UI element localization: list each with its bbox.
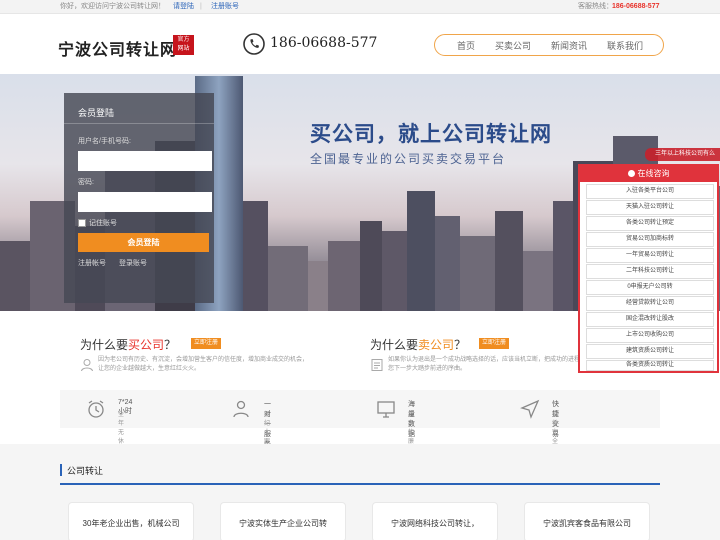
divider — [64, 123, 214, 124]
site-logo[interactable]: 宁波公司转让网 — [58, 36, 177, 60]
question-suffix: ？ — [454, 338, 467, 352]
question-prefix: 为什么要 — [370, 338, 419, 352]
consult-header-label: 在线咨询 — [637, 169, 670, 178]
why-buy-description: 因为老公司有历史、有沉淀，会增加营生客户的信任度，增加商业成交的机会，让您的企业… — [98, 357, 309, 372]
company-transfer-section: 公司转让 30年老企业出售，机械公司 宁波实体生产企业公司转 宁波网络科技公司转… — [0, 444, 720, 540]
seal-line-1: 官方 — [177, 37, 190, 43]
why-sell-description: 如果你认为退出是一个成功战略选择的话，应该当机立断，把成功的进程往往我您下一步大… — [388, 357, 599, 372]
official-seal: 官方 网站 — [173, 35, 194, 55]
question-suffix: ？ — [164, 338, 177, 352]
consult-item[interactable]: 0申报无户公司转 — [586, 280, 714, 295]
consult-item[interactable]: 贸易公司加商标转 — [586, 232, 714, 247]
consult-item[interactable]: 天猫入驻公司转让 — [586, 200, 714, 215]
hero-slogan: 买公司，就上公司转让网 — [310, 123, 552, 146]
question-prefix: 为什么要 — [80, 338, 129, 352]
document-icon — [371, 359, 383, 371]
consult-item[interactable]: 各类公司转让预定 — [586, 216, 714, 231]
consult-tag[interactable]: 三年以上科技公司有么 — [645, 148, 720, 161]
header: 宁波公司转让网 官方 网站 186-06688-577 首页 买卖公司 新闻资讯… — [0, 14, 720, 74]
online-consult-panel: 在线咨询 入驻各类平台公司 天猫入驻公司转让 各类公司转让预定 贸易公司加商标转… — [578, 164, 719, 373]
company-card[interactable]: 宁波实体生产企业公司转 — [220, 502, 346, 540]
register-account-link[interactable]: 注册帐号 — [78, 258, 106, 268]
main-nav: 首页 买卖公司 新闻资讯 联系我们 — [434, 34, 664, 56]
question-keyword: 买公司 — [128, 338, 165, 352]
company-card[interactable]: 30年老企业出售，机械公司 — [68, 502, 194, 540]
consult-header[interactable]: 在线咨询 — [580, 166, 717, 182]
alarm-clock-icon — [88, 400, 104, 418]
why-sell-question: 为什么要卖公司？ — [370, 336, 466, 353]
phone-icon — [243, 33, 265, 55]
nav-news[interactable]: 新闻资讯 — [551, 39, 587, 52]
username-label: 用户名/手机号码: — [78, 138, 131, 145]
register-link[interactable]: 注册账号 — [211, 0, 239, 14]
password-input[interactable] — [78, 192, 212, 212]
hero-subslogan: 全国最专业的公司买卖交易平台 — [310, 152, 507, 166]
why-buy-question: 为什么要买公司？ — [80, 336, 176, 353]
why-section: 为什么要买公司？ 立即注册 因为老公司有历史、有沉淀，会增加营生客户的信任度，增… — [60, 324, 660, 384]
consult-item[interactable]: 建筑资质公司转让 — [586, 344, 714, 359]
consult-item[interactable]: 上市公司收购公司 — [586, 328, 714, 343]
username-input[interactable] — [78, 151, 212, 171]
divider: | — [200, 3, 202, 10]
nav-buy-sell[interactable]: 买卖公司 — [495, 39, 531, 52]
login-panel: 会员登陆 用户名/手机号码: 密码: 记住账号 会员登陆 注册帐号 登录账号 — [64, 93, 214, 303]
top-bar: 你好，欢迎访问宁波公司转让网！ 请登陆 | 注册账号 客服热线： 186-066… — [0, 0, 720, 14]
section-divider — [60, 483, 660, 485]
remember-checkbox[interactable] — [78, 219, 86, 227]
nav-contact[interactable]: 联系我们 — [607, 39, 643, 52]
section-marker — [60, 464, 62, 476]
company-card[interactable]: 宁波凯宾客食品有限公司 — [524, 502, 650, 540]
person-icon — [233, 400, 249, 418]
register-now-button[interactable]: 立即注册 — [479, 338, 510, 349]
monitor-icon — [377, 401, 395, 418]
login-link[interactable]: 请登陆 — [173, 0, 194, 14]
consult-item[interactable]: 经营贷款转让公司 — [586, 296, 714, 311]
features-strip: 7*24小时 全年无休24小时服务 一对一服务 经纪人跟进协助 海量数据 超多的… — [60, 390, 660, 490]
welcome-text: 你好，欢迎访问宁波公司转让网！ — [60, 3, 165, 10]
login-account-link[interactable]: 登录账号 — [119, 258, 147, 268]
section-title: 公司转让 — [67, 466, 104, 476]
consult-item[interactable]: 各类资质公司转让 — [586, 360, 714, 371]
consult-item[interactable]: 二年科技公司转让 — [586, 264, 714, 279]
why-buy: 为什么要买公司？ 立即注册 因为老公司有历史、有沉淀，会增加营生客户的信任度，增… — [60, 324, 350, 384]
chat-icon — [627, 170, 635, 178]
consult-item[interactable]: 国企混改转让股改 — [586, 312, 714, 327]
consult-item[interactable]: 入驻各类平台公司 — [586, 184, 714, 199]
login-title: 会员登陆 — [78, 108, 115, 118]
hotline-number: 186-06688-577 — [612, 3, 660, 10]
consult-item[interactable]: 一年贸易公司转让 — [586, 248, 714, 263]
hotline-label: 客服热线： — [578, 3, 613, 10]
seal-line-2: 网站 — [177, 46, 190, 52]
login-submit-button[interactable]: 会员登陆 — [78, 233, 209, 252]
nav-home[interactable]: 首页 — [457, 39, 475, 52]
question-keyword: 卖公司 — [418, 338, 455, 352]
password-label: 密码: — [78, 179, 94, 186]
remember-label: 记住账号 — [89, 220, 117, 227]
user-icon — [81, 359, 93, 372]
register-now-button[interactable]: 立即注册 — [191, 338, 222, 349]
phone-number: 186-06688-577 — [270, 35, 378, 51]
company-card[interactable]: 宁波网络科技公司转让， — [372, 502, 498, 540]
send-icon — [520, 399, 540, 419]
